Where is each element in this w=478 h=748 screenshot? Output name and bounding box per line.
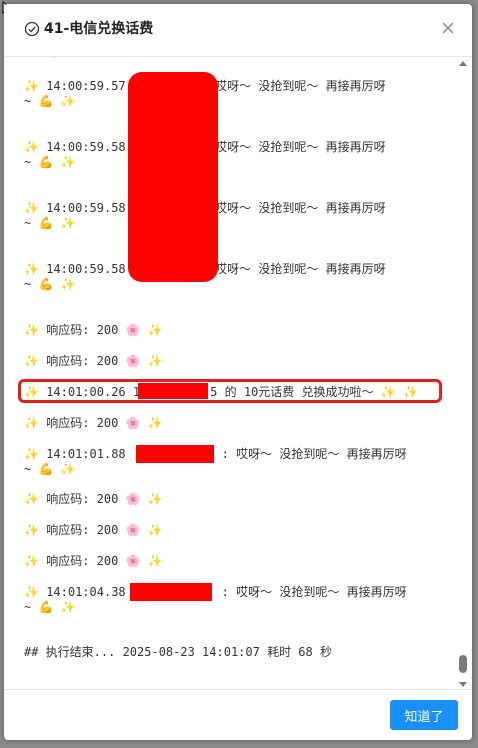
response-label: 响应码: bbox=[46, 323, 90, 337]
response-line: ✨ 响应码: 200 🌸 ✨ bbox=[24, 416, 163, 430]
log-panel[interactable]: ✨ 💪 ✨ 14:00:59.57 : 哎呀～ 没抢到呢～ 再接再厉呀 ~ 💪 ✨… bbox=[4, 57, 472, 689]
flower-icon: 🌸 bbox=[125, 354, 141, 368]
dialog-title: 41-电信兑换话费 bbox=[44, 21, 154, 37]
log-end-line: ## 执行结束... 2025-08-23 14:01:07 耗时 68 秒 bbox=[24, 645, 332, 659]
success-time: 14:01:00.26 bbox=[46, 385, 126, 399]
flower-icon: 🌸 bbox=[125, 523, 141, 537]
log-time: 14:01:04.38 bbox=[46, 585, 126, 599]
log-wrap-line: ~ 💪 ✨ bbox=[24, 600, 76, 614]
redaction-block bbox=[136, 445, 214, 463]
exchange-dialog: 41-电信兑换话费 ✨ 💪 ✨ 14:00:59.57 : 哎呀～ 没抢到呢～ 再… bbox=[4, 4, 472, 740]
ok-button[interactable]: 知道了 bbox=[390, 700, 458, 730]
success-message: 的 10元话费 兑换成功啦～ bbox=[224, 385, 374, 399]
flower-icon: 🌸 bbox=[125, 554, 141, 568]
sparkle-icon: ✨ bbox=[147, 323, 163, 337]
sparkle-icon: ✨ bbox=[147, 492, 163, 506]
sparkle-icon: ✨ bbox=[147, 416, 163, 430]
log-message: : 哎呀～ 没抢到呢～ 再接再厉呀 bbox=[200, 201, 386, 215]
sparkle-icon: ✨ bbox=[24, 79, 39, 93]
sparkle-icon: ✨ bbox=[147, 554, 163, 568]
sparkle-icon: ✨ bbox=[24, 262, 39, 276]
response-line: ✨ 响应码: 200 🌸 ✨ bbox=[24, 354, 163, 368]
response-line: ✨ 响应码: 200 🌸 ✨ bbox=[24, 492, 163, 506]
sparkle-icon: ✨ bbox=[24, 57, 39, 58]
log-time: 14:00:59.58 bbox=[46, 262, 126, 276]
log-time: 14:00:59.58 bbox=[46, 201, 126, 215]
redaction-block bbox=[128, 72, 218, 282]
sparkle-icon: ✨ bbox=[24, 201, 39, 215]
sparkle-icon: ✨ bbox=[24, 140, 39, 154]
scroll-thumb[interactable] bbox=[459, 655, 467, 673]
close-icon[interactable] bbox=[440, 20, 456, 36]
check-circle-icon bbox=[24, 21, 40, 37]
flower-icon: 🌸 bbox=[125, 416, 141, 430]
response-line: ✨ 响应码: 200 🌸 ✨ bbox=[24, 554, 163, 568]
log-message: : 哎呀～ 没抢到呢～ 再接再厉呀 bbox=[200, 140, 386, 154]
scroll-up-icon[interactable] bbox=[459, 61, 467, 66]
response-line: ✨ 响应码: 200 🌸 ✨ bbox=[24, 523, 163, 537]
response-code: 200 bbox=[96, 323, 119, 337]
log-time: 14:00:59.57 bbox=[46, 79, 126, 93]
dialog-footer: 知道了 bbox=[4, 689, 472, 740]
log-entry: ✨ 14:01:04.38: 哎呀～ 没抢到呢～ 再接再厉呀 ~ 💪 ✨ bbox=[24, 585, 407, 614]
scroll-down-icon[interactable] bbox=[459, 682, 467, 687]
log-message: : 哎呀～ 没抢到呢～ 再接再厉呀 bbox=[200, 262, 386, 276]
sparkle-icon: ✨ bbox=[147, 354, 163, 368]
redaction-block bbox=[138, 383, 208, 399]
log-entry: ✨ 14:01:01.88: 哎呀～ 没抢到呢～ 再接再厉呀 ~ 💪 ✨ bbox=[24, 447, 407, 476]
vertical-scrollbar[interactable] bbox=[458, 57, 468, 689]
sparkle-icon: ✨ bbox=[147, 523, 163, 537]
flower-icon: 🌸 bbox=[125, 492, 141, 506]
log-time: 14:01:01.88 bbox=[46, 447, 126, 461]
response-line: ✨ 响应码: 200 🌸 ✨ bbox=[24, 323, 163, 337]
success-line: ✨ 14:01:00.26 15 的 10元话费 兑换成功啦～ ✨ ✨ bbox=[24, 385, 418, 399]
log-line-partial: ✨ 💪 bbox=[24, 57, 61, 59]
log-time: 14:00:59.58 bbox=[46, 140, 126, 154]
redaction-block bbox=[130, 583, 212, 601]
log-message: : 哎呀～ 没抢到呢～ 再接再厉呀 bbox=[200, 79, 386, 93]
log-wrap-line: ~ 💪 ✨ bbox=[24, 462, 76, 476]
flower-icon: 🌸 bbox=[125, 323, 141, 337]
dialog-header: 41-电信兑换话费 bbox=[4, 4, 472, 57]
